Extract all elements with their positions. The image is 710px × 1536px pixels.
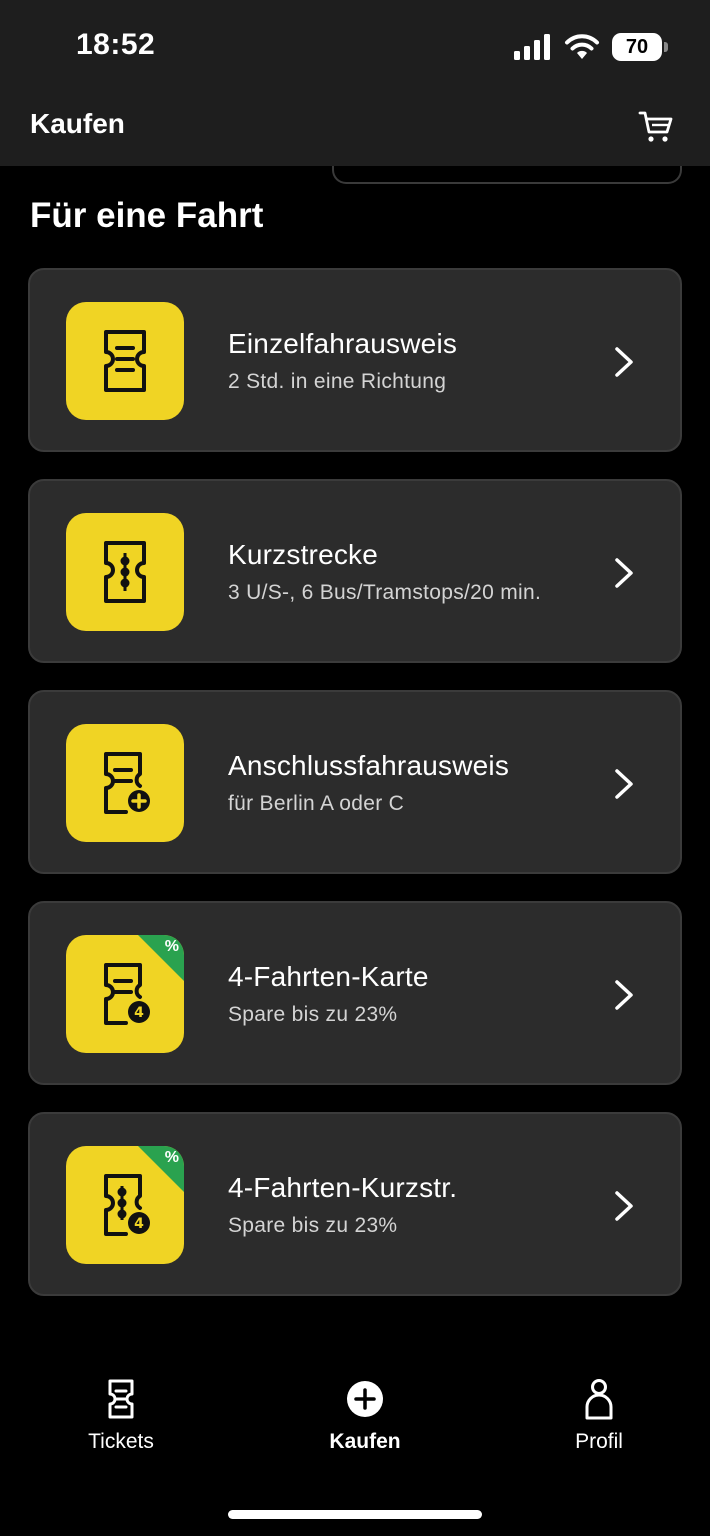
ticket-subtitle: Spare bis zu 23% xyxy=(228,1003,398,1026)
signal-icon xyxy=(514,34,550,60)
ticket-four-icon: 4 xyxy=(104,963,150,1025)
ticket-card-kurzstrecke[interactable]: Kurzstrecke 3 U/S-, 6 Bus/Tramstops/20 m… xyxy=(28,479,682,663)
tab-label: Kaufen xyxy=(329,1430,401,1453)
ticket-card-4-fahrten-kurzstr[interactable]: % 4 4-Fahrten-Kurzstr. Spare bis zu 23% xyxy=(28,1112,682,1296)
person-icon xyxy=(585,1379,613,1420)
tab-kaufen[interactable]: Kaufen xyxy=(285,1378,445,1454)
tab-label: Tickets xyxy=(88,1430,154,1453)
ticket-subtitle: für Berlin A oder C xyxy=(228,792,405,815)
ticket-lines-icon xyxy=(104,330,146,392)
ticket-tile xyxy=(66,513,184,631)
chevron-right-icon xyxy=(615,347,633,377)
wifi-icon xyxy=(565,34,599,59)
ticket-title: Anschlussfahrausweis xyxy=(228,750,510,781)
ticket-title: Einzelfahrausweis xyxy=(228,328,458,359)
status-icons: 70 xyxy=(514,30,668,64)
ticket-tile xyxy=(66,724,184,842)
plus-circle-icon xyxy=(347,1381,383,1417)
ticket-title: 4-Fahrten-Kurzstr. xyxy=(228,1172,458,1203)
ticket-dots-four-icon: 4 xyxy=(104,1174,150,1236)
tab-tickets[interactable]: Tickets xyxy=(41,1378,201,1454)
ticket-card-anschlussfahrausweis[interactable]: Anschlussfahrausweis für Berlin A oder C xyxy=(28,690,682,874)
tab-profil[interactable]: Profil xyxy=(519,1378,679,1454)
ticket-subtitle: 2 Std. in eine Richtung xyxy=(228,370,447,393)
cart-icon[interactable] xyxy=(638,108,674,144)
battery-icon: 70 xyxy=(612,33,668,61)
page-title: Kaufen xyxy=(30,108,125,139)
ticket-tile: % 4 xyxy=(66,1146,184,1264)
discount-percent-badge: % xyxy=(164,938,179,955)
ticket-subtitle: 3 U/S-, 6 Bus/Tramstops/20 min. xyxy=(228,581,542,604)
status-time: 18:52 xyxy=(76,28,156,61)
home-indicator[interactable] xyxy=(228,1510,482,1519)
chevron-right-icon xyxy=(615,980,633,1010)
tab-label: Profil xyxy=(575,1430,623,1453)
ticket-tile xyxy=(66,302,184,420)
ticket-plus-icon xyxy=(104,752,150,814)
ticket-subtitle: Spare bis zu 23% xyxy=(228,1214,398,1237)
ticket-icon xyxy=(108,1379,134,1419)
ticket-count-number: 4 xyxy=(134,1216,144,1232)
discount-percent-badge: % xyxy=(164,1149,179,1166)
ticket-card-einzelfahrausweis[interactable]: Einzelfahrausweis 2 Std. in eine Richtun… xyxy=(28,268,682,452)
ticket-title: 4-Fahrten-Karte xyxy=(228,961,429,992)
ticket-count-number: 4 xyxy=(134,1005,144,1021)
chevron-right-icon xyxy=(615,769,633,799)
ticket-dots-icon xyxy=(104,541,146,603)
top-bar: 18:52 70 Kaufen xyxy=(0,0,710,166)
ticket-tile: % 4 xyxy=(66,935,184,1053)
chevron-right-icon xyxy=(615,558,633,588)
battery-level: 70 xyxy=(625,35,649,58)
screen: 18:52 70 Kaufen Für eine Fahrt Einzelfah… xyxy=(0,0,710,1536)
section-title: Für eine Fahrt xyxy=(30,196,264,235)
ticket-title: Kurzstrecke xyxy=(228,539,379,570)
ticket-card-4-fahrten-karte[interactable]: % 4 4-Fahrten-Karte Spare bis zu 23% xyxy=(28,901,682,1085)
chevron-right-icon xyxy=(615,1191,633,1221)
